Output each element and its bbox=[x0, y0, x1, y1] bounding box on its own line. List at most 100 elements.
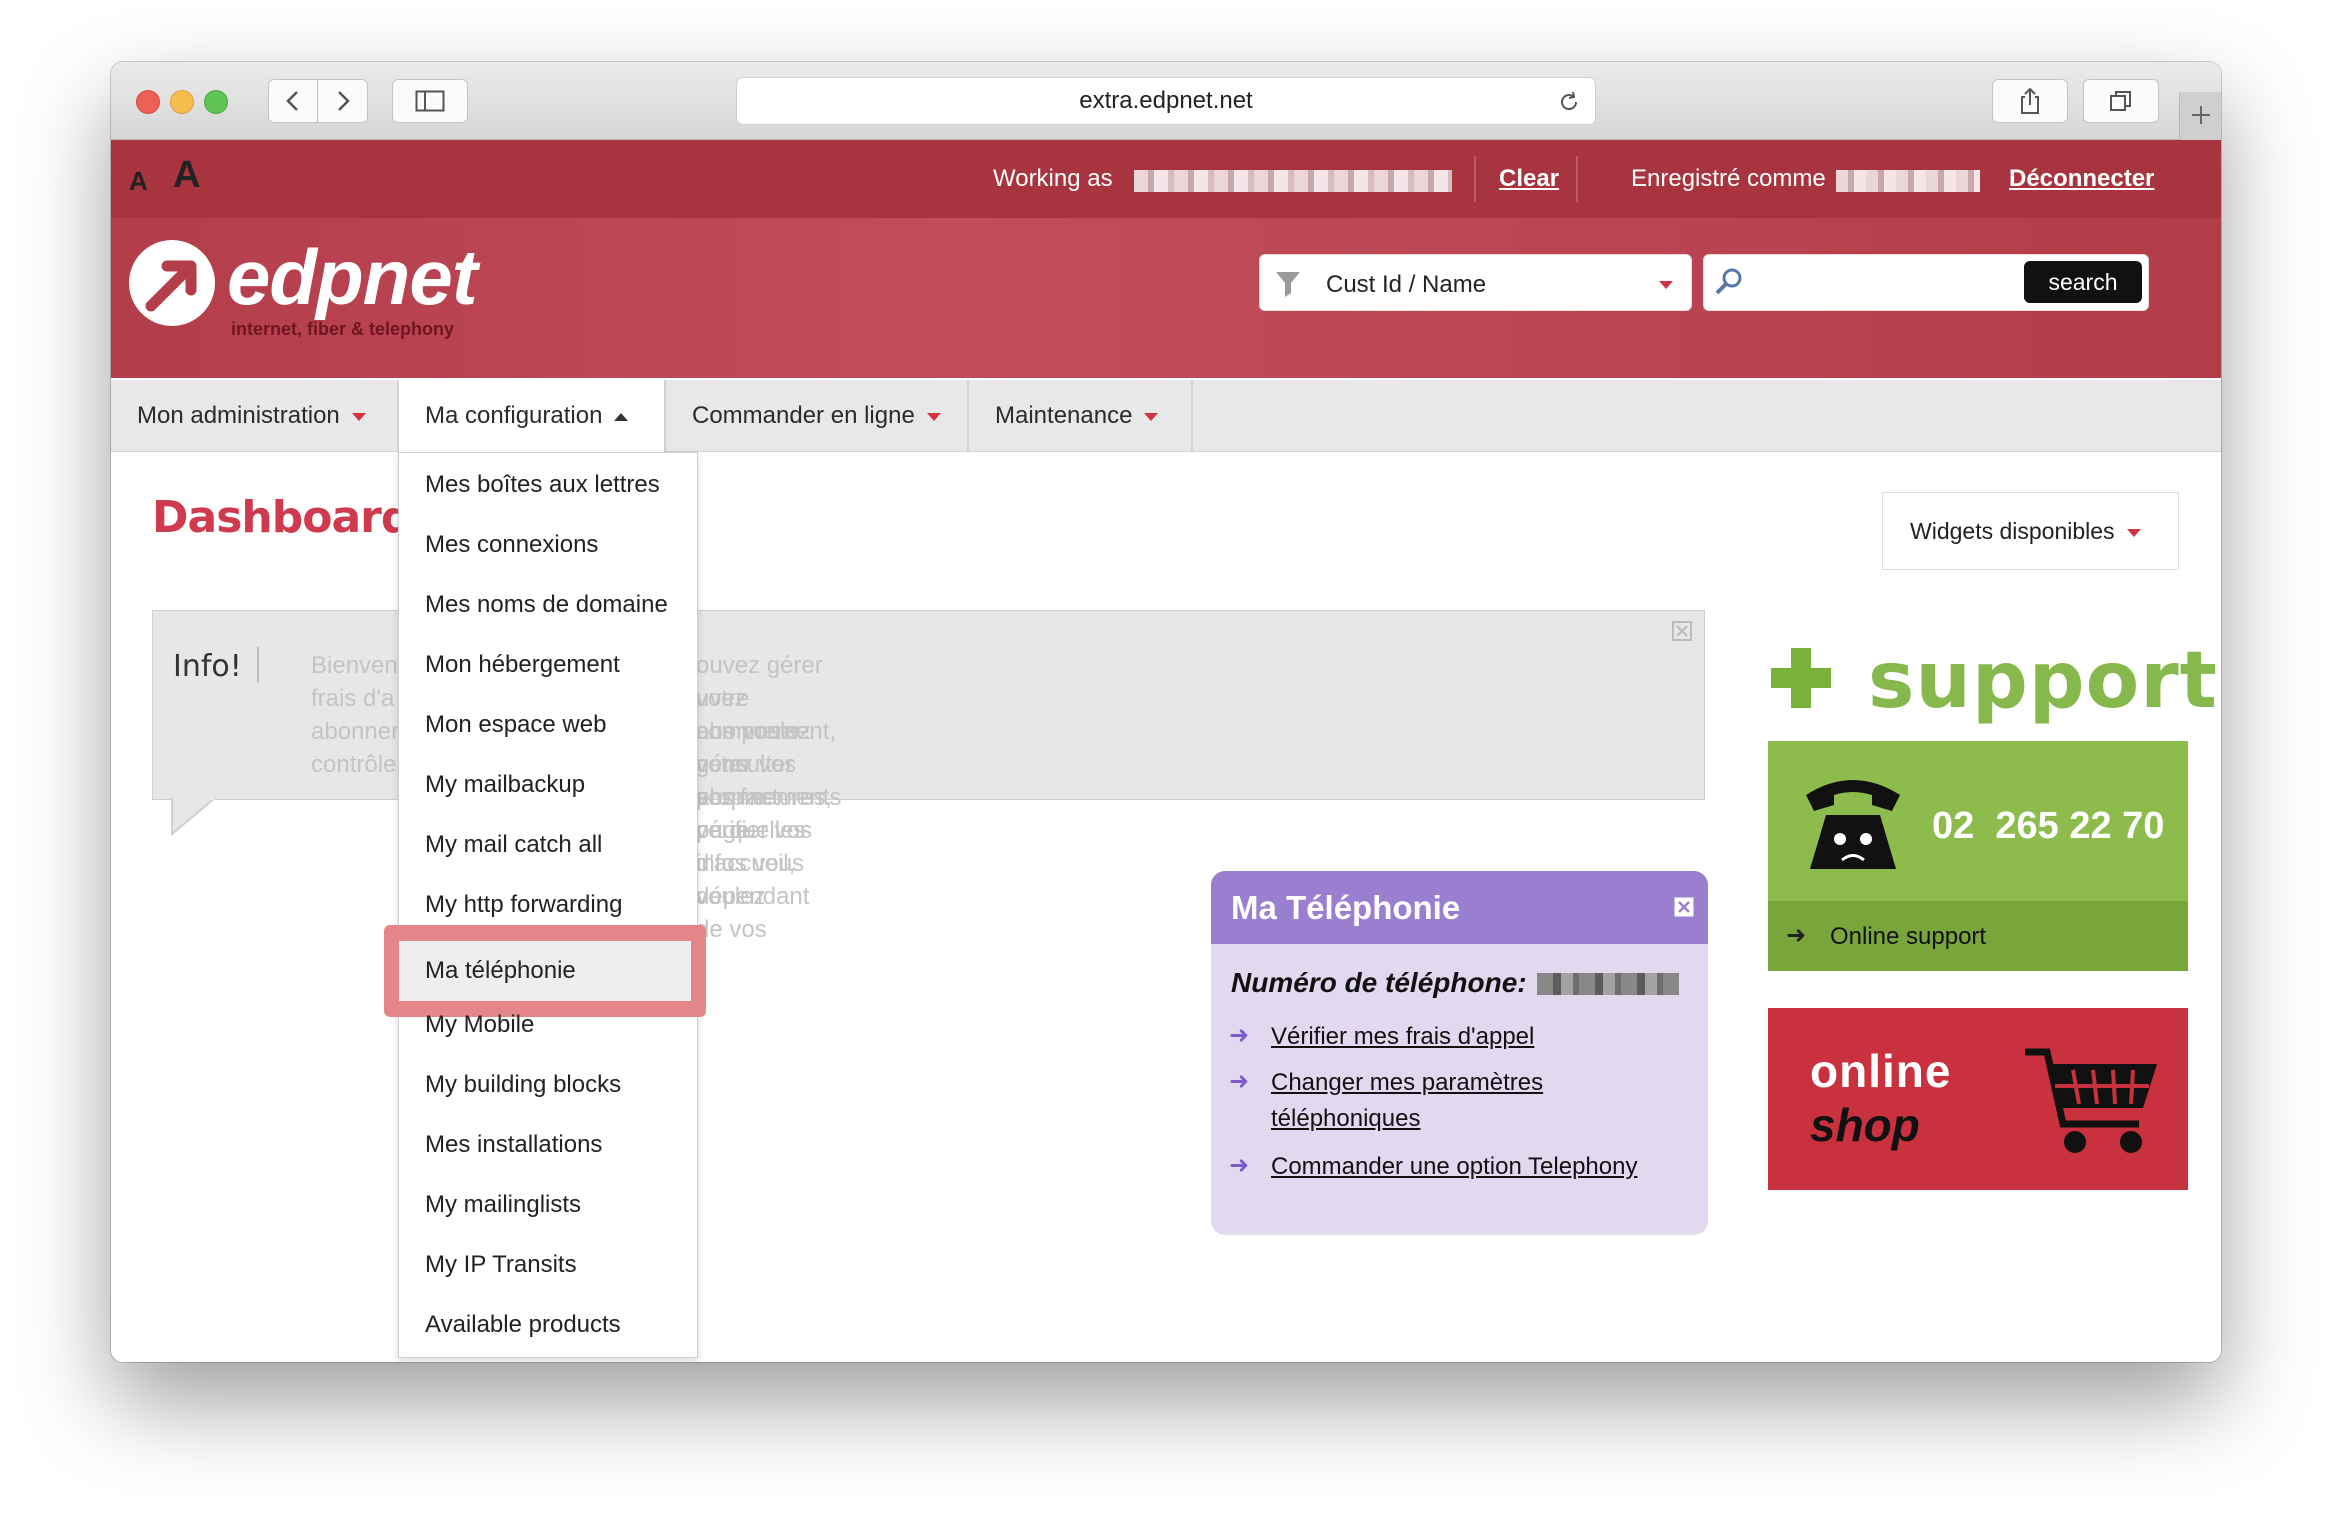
phone-number-label: Numéro de téléphone: bbox=[1231, 967, 1527, 998]
divider bbox=[1576, 156, 1578, 202]
nav-label: Commander en ligne bbox=[692, 402, 915, 429]
menu-item-mail-catch-all[interactable]: My mail catch all bbox=[425, 831, 602, 859]
change-phone-settings-link-line2[interactable]: téléphoniques bbox=[1271, 1105, 1420, 1133]
nav-mon-administration[interactable]: Mon administration bbox=[111, 380, 398, 452]
working-as-label: Working as bbox=[993, 165, 1113, 192]
logout-link[interactable]: Déconnecter bbox=[2009, 165, 2154, 193]
menu-item-building-blocks[interactable]: My building blocks bbox=[425, 1071, 621, 1099]
user-bar: A A Working as Clear Enregistré comme Dé… bbox=[111, 140, 2221, 218]
arrow-icon bbox=[145, 260, 197, 312]
registered-as-label: Enregistré comme bbox=[1631, 165, 1826, 192]
shop-line1: online bbox=[1810, 1045, 1952, 1097]
widgets-dropdown[interactable]: Widgets disponibles bbox=[1882, 492, 2179, 570]
main-nav: Mon administration Ma configuration Comm… bbox=[111, 380, 2221, 453]
info-text-line: Bienven bbox=[311, 652, 398, 679]
menu-item-hosting[interactable]: Mon hébergement bbox=[425, 651, 620, 679]
arrow-right-icon: ➜ bbox=[1786, 922, 1807, 949]
new-tab-button[interactable] bbox=[2179, 92, 2221, 140]
check-call-costs-link[interactable]: Vérifier mes frais d'appel bbox=[1271, 1023, 1534, 1051]
font-decrease-button[interactable]: A bbox=[129, 166, 148, 197]
close-icon[interactable] bbox=[1672, 621, 1692, 641]
change-phone-settings-link[interactable]: Changer mes paramètres bbox=[1271, 1069, 1543, 1097]
arrow-right-icon: ➜ bbox=[1229, 1068, 1250, 1095]
tabs-icon bbox=[2110, 91, 2131, 111]
clear-link[interactable]: Clear bbox=[1499, 165, 1559, 193]
info-label: Info! bbox=[173, 649, 242, 684]
nav-label: Ma configuration bbox=[425, 402, 603, 429]
divider bbox=[1191, 380, 1193, 452]
back-button[interactable] bbox=[268, 79, 318, 123]
menu-item-http-forwarding[interactable]: My http forwarding bbox=[425, 891, 622, 919]
close-icon[interactable] bbox=[1674, 897, 1694, 917]
divider bbox=[257, 647, 259, 683]
url-text: extra.edpnet.net bbox=[1079, 87, 1253, 114]
search-button[interactable]: search bbox=[2024, 261, 2142, 303]
telephone-icon bbox=[1806, 780, 1900, 869]
share-button[interactable] bbox=[1992, 79, 2068, 123]
menu-item-ip-transits[interactable]: My IP Transits bbox=[425, 1251, 577, 1279]
nav-commander-en-ligne[interactable]: Commander en ligne bbox=[666, 380, 967, 452]
filter-select[interactable]: Cust Id / Name bbox=[1259, 254, 1692, 311]
filter-select-value: Cust Id / Name bbox=[1326, 271, 1487, 298]
share-icon bbox=[2021, 87, 2039, 114]
logo-tagline: internet, fiber & telephony bbox=[231, 319, 455, 339]
chevron-down-icon bbox=[1659, 281, 1673, 289]
menu-item-telephony[interactable]: Ma téléphonie bbox=[399, 941, 691, 1001]
browser-toolbar: extra.edpnet.net bbox=[111, 62, 2221, 140]
menu-item-available-products[interactable]: Available products bbox=[425, 1311, 621, 1339]
menu-item-telephony-label: Ma téléphonie bbox=[425, 957, 576, 984]
tabs-overview-button[interactable] bbox=[2083, 79, 2159, 123]
edpnet-logo-icon[interactable] bbox=[129, 240, 215, 326]
close-button[interactable] bbox=[136, 90, 160, 114]
menu-item-mailboxes[interactable]: Mes boîtes aux lettres bbox=[425, 471, 660, 499]
ma-configuration-dropdown: Mes boîtes aux lettres Mes connexions Me… bbox=[384, 452, 706, 1358]
online-shop-banner[interactable]: online shop bbox=[1768, 1008, 2188, 1190]
info-box-pointer bbox=[171, 798, 217, 836]
sidebar-icon bbox=[415, 90, 445, 112]
arrow-right-icon: ➜ bbox=[1229, 1022, 1250, 1049]
chevron-down-icon bbox=[1144, 412, 1159, 421]
search-icon bbox=[1715, 268, 1742, 295]
nav-label: Maintenance bbox=[995, 402, 1133, 429]
redacted-phone-number bbox=[1537, 973, 1679, 995]
zoom-button[interactable] bbox=[204, 90, 228, 114]
menu-item-domain-names[interactable]: Mes noms de domaine bbox=[425, 591, 668, 619]
site-header: edpnet internet, fiber & telephony Cust … bbox=[111, 218, 2221, 378]
redacted-user bbox=[1836, 170, 1980, 192]
menu-item-mobile[interactable]: My Mobile bbox=[425, 1011, 534, 1039]
chevron-right-icon bbox=[337, 91, 350, 111]
menu-item-webspace[interactable]: Mon espace web bbox=[425, 711, 606, 739]
minimize-button[interactable] bbox=[170, 90, 194, 114]
chevron-down-icon bbox=[2126, 528, 2141, 537]
support-logo: support bbox=[1868, 636, 2218, 726]
order-telephony-option-link[interactable]: Commander une option Telephony bbox=[1271, 1153, 1637, 1181]
sidebar-toggle-button[interactable] bbox=[392, 79, 468, 123]
search-input[interactable] bbox=[1752, 265, 2012, 301]
forward-button[interactable] bbox=[318, 79, 368, 123]
telephony-widget-header: Ma Téléphonie bbox=[1211, 871, 1708, 944]
menu-item-connections[interactable]: Mes connexions bbox=[425, 531, 598, 559]
support-cross-icon bbox=[1771, 648, 1831, 708]
widgets-label: Widgets disponibles bbox=[1910, 518, 2115, 544]
menu-item-mailbackup[interactable]: My mailbackup bbox=[425, 771, 585, 799]
info-text-line: frais d'a bbox=[311, 685, 395, 712]
online-support-link[interactable]: ➜ Online support bbox=[1768, 901, 2188, 971]
info-box: Info! Bienven ouvez gérer votre abonnemen… bbox=[152, 610, 1705, 943]
telephony-widget-title: Ma Téléphonie bbox=[1231, 889, 1461, 926]
telephony-widget: Ma Téléphonie Numéro de téléphone: ➜ Vér… bbox=[1211, 871, 1708, 1235]
font-increase-button[interactable]: A bbox=[173, 154, 200, 197]
site-logo[interactable]: edpnet bbox=[227, 232, 478, 323]
info-text-line: ous voulez gérer vos abonnements ou quel… bbox=[696, 718, 842, 910]
nav-maintenance[interactable]: Maintenance bbox=[969, 380, 1191, 452]
browser-window: extra.edpnet.net A A Working as Clear En… bbox=[111, 62, 2221, 1362]
reload-icon[interactable] bbox=[1557, 90, 1581, 114]
support-phone-number[interactable]: 02 265 22 70 bbox=[1932, 805, 2164, 848]
menu-item-installations[interactable]: Mes installations bbox=[425, 1131, 602, 1159]
arrow-right-icon: ➜ bbox=[1229, 1152, 1250, 1179]
nav-ma-configuration[interactable]: Ma configuration bbox=[399, 380, 664, 453]
support-box: 02 265 22 70 ➜ Online support bbox=[1768, 741, 2188, 971]
info-text: Bienven ouvez gérer votre abonnement, con… bbox=[311, 649, 841, 943]
highlight-frame: Ma téléphonie bbox=[384, 925, 706, 1017]
address-bar[interactable]: extra.edpnet.net bbox=[736, 77, 1596, 125]
menu-item-mailinglists[interactable]: My mailinglists bbox=[425, 1191, 581, 1219]
